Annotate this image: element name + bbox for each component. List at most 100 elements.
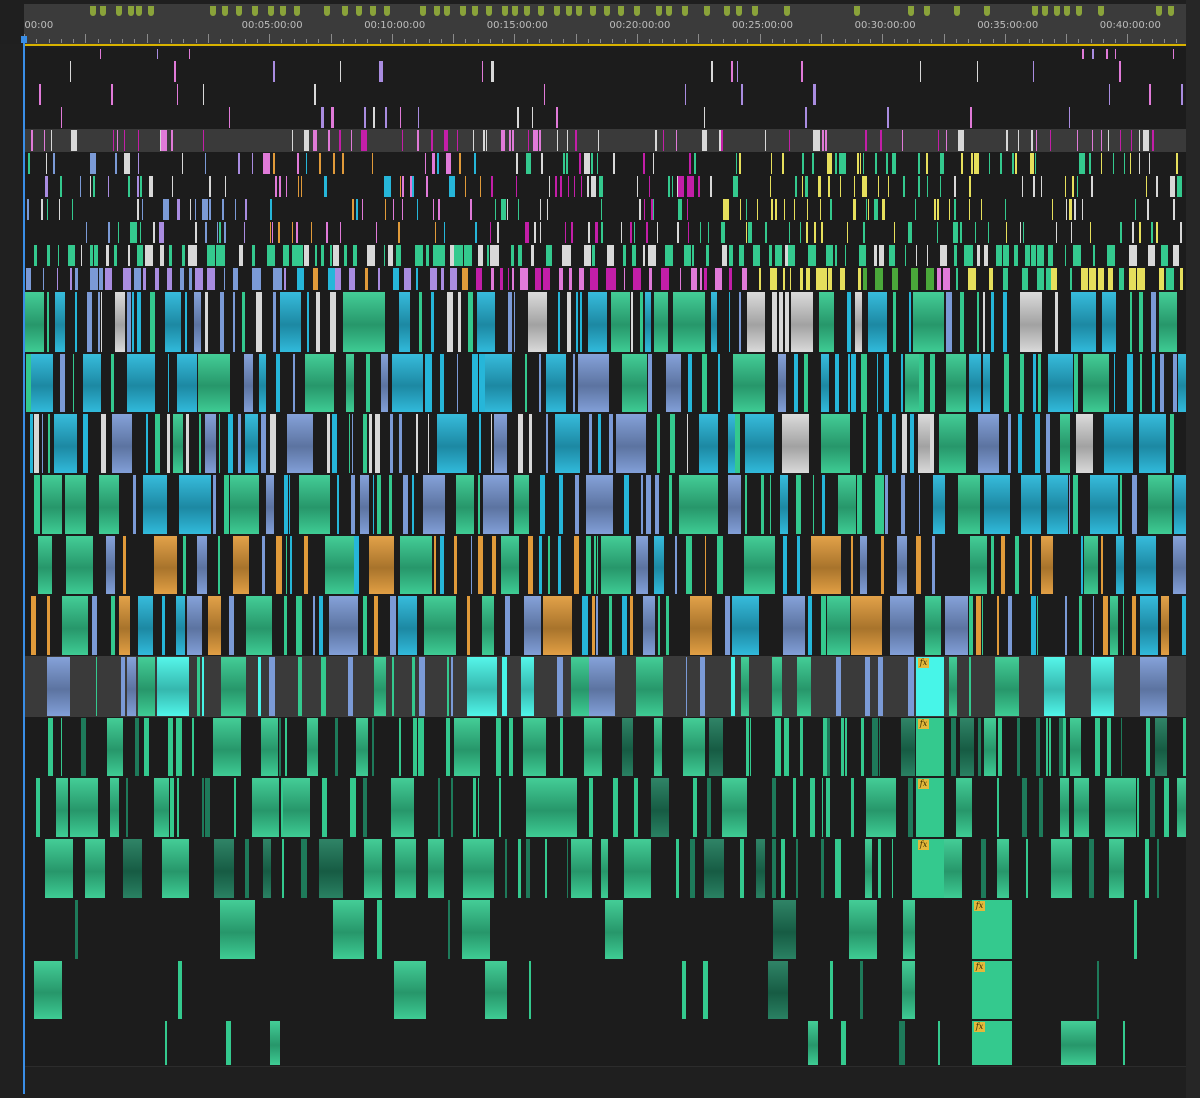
timeline-clip[interactable] (735, 414, 740, 473)
timeline-clip[interactable] (425, 245, 429, 266)
timeline-clip[interactable] (528, 414, 532, 473)
timeline-clip[interactable] (112, 414, 133, 473)
timeline-clip[interactable] (209, 176, 211, 197)
timeline-clip[interactable] (1015, 153, 1017, 174)
timeline-clip[interactable] (613, 153, 615, 174)
track-3[interactable] (24, 83, 1186, 107)
sequence-marker[interactable] (1064, 6, 1070, 16)
timeline-clip[interactable] (729, 292, 731, 352)
timeline-clip[interactable] (273, 61, 275, 82)
timeline-clip[interactable] (138, 596, 153, 655)
timeline-clip[interactable] (600, 536, 631, 594)
timeline-clip[interactable] (604, 900, 623, 959)
timeline-clip[interactable] (648, 245, 657, 266)
timeline-clip[interactable] (527, 130, 530, 151)
sequence-marker[interactable] (486, 6, 492, 16)
timeline-clip[interactable] (24, 292, 45, 352)
track-7[interactable] (24, 175, 1186, 199)
timeline-clip[interactable] (1070, 222, 1072, 243)
timeline-clip[interactable] (850, 778, 854, 837)
timeline-clip[interactable] (827, 718, 830, 776)
sequence-marker[interactable] (1076, 6, 1082, 16)
timeline-clip[interactable] (788, 130, 791, 151)
timeline-clip[interactable] (501, 199, 506, 220)
timeline-clip[interactable] (654, 292, 669, 352)
timeline-clip[interactable] (708, 718, 724, 776)
timeline-clip[interactable] (499, 778, 502, 837)
timeline-clip[interactable] (819, 199, 822, 220)
timeline-clip[interactable] (585, 475, 613, 534)
timeline-clip[interactable] (597, 414, 602, 473)
sequence-marker[interactable] (148, 6, 154, 16)
timeline-clip[interactable] (450, 268, 457, 290)
timeline-clip[interactable] (552, 778, 578, 837)
timeline-clip[interactable] (719, 130, 721, 151)
timeline-clip[interactable] (353, 292, 386, 352)
timeline-clip[interactable] (196, 657, 200, 716)
timeline-clip[interactable] (702, 130, 708, 151)
timeline-clip[interactable] (892, 153, 896, 174)
timeline-clip[interactable] (284, 718, 287, 776)
timeline-clip[interactable] (717, 354, 720, 412)
timeline-clip[interactable] (749, 718, 751, 776)
timeline-clip[interactable] (887, 107, 889, 128)
timeline-clip[interactable] (304, 536, 309, 594)
timeline-clip[interactable] (137, 153, 140, 174)
timeline-clip[interactable] (681, 961, 687, 1019)
timeline-clip[interactable] (1089, 268, 1097, 290)
timeline-clip[interactable] (857, 268, 862, 290)
timeline-clip[interactable] (1180, 222, 1182, 243)
timeline-clip[interactable] (910, 268, 918, 290)
timeline-clip[interactable] (623, 245, 626, 266)
timeline-clip[interactable] (1089, 153, 1091, 174)
timeline-clip[interactable] (918, 475, 921, 534)
timeline-clip[interactable] (467, 596, 471, 655)
timeline-clip[interactable] (694, 153, 696, 174)
timeline-clip[interactable] (778, 354, 787, 412)
timeline-clip[interactable] (85, 222, 88, 243)
timeline-clip[interactable] (1166, 268, 1174, 290)
timeline-clip[interactable] (545, 245, 552, 266)
timeline-clip[interactable] (814, 222, 816, 243)
timeline-clip[interactable] (1040, 176, 1043, 197)
timeline-clip[interactable] (827, 153, 833, 174)
timeline-clip[interactable] (412, 176, 414, 197)
timeline-clip[interactable] (86, 292, 92, 352)
timeline-clip[interactable] (744, 414, 774, 473)
timeline-clip[interactable] (319, 596, 324, 655)
timeline-clip[interactable] (188, 245, 197, 266)
timeline-clip[interactable] (1031, 596, 1037, 655)
timeline-clip[interactable] (968, 657, 971, 716)
timeline-clip[interactable] (295, 245, 304, 266)
timeline-clip[interactable] (1140, 596, 1159, 655)
timeline-clip[interactable] (700, 657, 706, 716)
timeline-clip[interactable] (1083, 354, 1110, 412)
timeline-clip[interactable] (736, 61, 739, 82)
timeline-clip[interactable] (677, 222, 679, 243)
timeline-clip[interactable] (194, 292, 201, 352)
timeline-clip[interactable] (71, 130, 77, 151)
timeline-clip[interactable] (770, 475, 772, 534)
timeline-clip[interactable] (566, 130, 568, 151)
timeline-clip[interactable] (796, 475, 802, 534)
timeline-clip[interactable] (444, 130, 449, 151)
timeline-clip[interactable] (374, 657, 387, 716)
timeline-clip[interactable] (283, 245, 290, 266)
timeline-clip[interactable] (176, 718, 183, 776)
playhead-handle[interactable] (21, 36, 27, 43)
timeline-clip[interactable] (517, 245, 522, 266)
timeline-clip[interactable] (189, 199, 191, 220)
timeline-clip[interactable] (1060, 1021, 1097, 1065)
timeline-clip[interactable] (556, 107, 558, 128)
timeline-clip[interactable] (1144, 839, 1150, 898)
track-13[interactable] (24, 353, 1186, 414)
timeline-clip[interactable] (919, 61, 922, 82)
timeline-clip[interactable] (601, 222, 603, 243)
timeline-clip[interactable] (513, 475, 530, 534)
timeline-clip[interactable] (967, 268, 976, 290)
timeline-clip[interactable] (893, 292, 896, 352)
timeline-clip[interactable] (127, 292, 132, 352)
timeline-clip[interactable] (772, 292, 777, 352)
timeline-clip[interactable] (642, 245, 646, 266)
timeline-clip[interactable] (830, 199, 832, 220)
